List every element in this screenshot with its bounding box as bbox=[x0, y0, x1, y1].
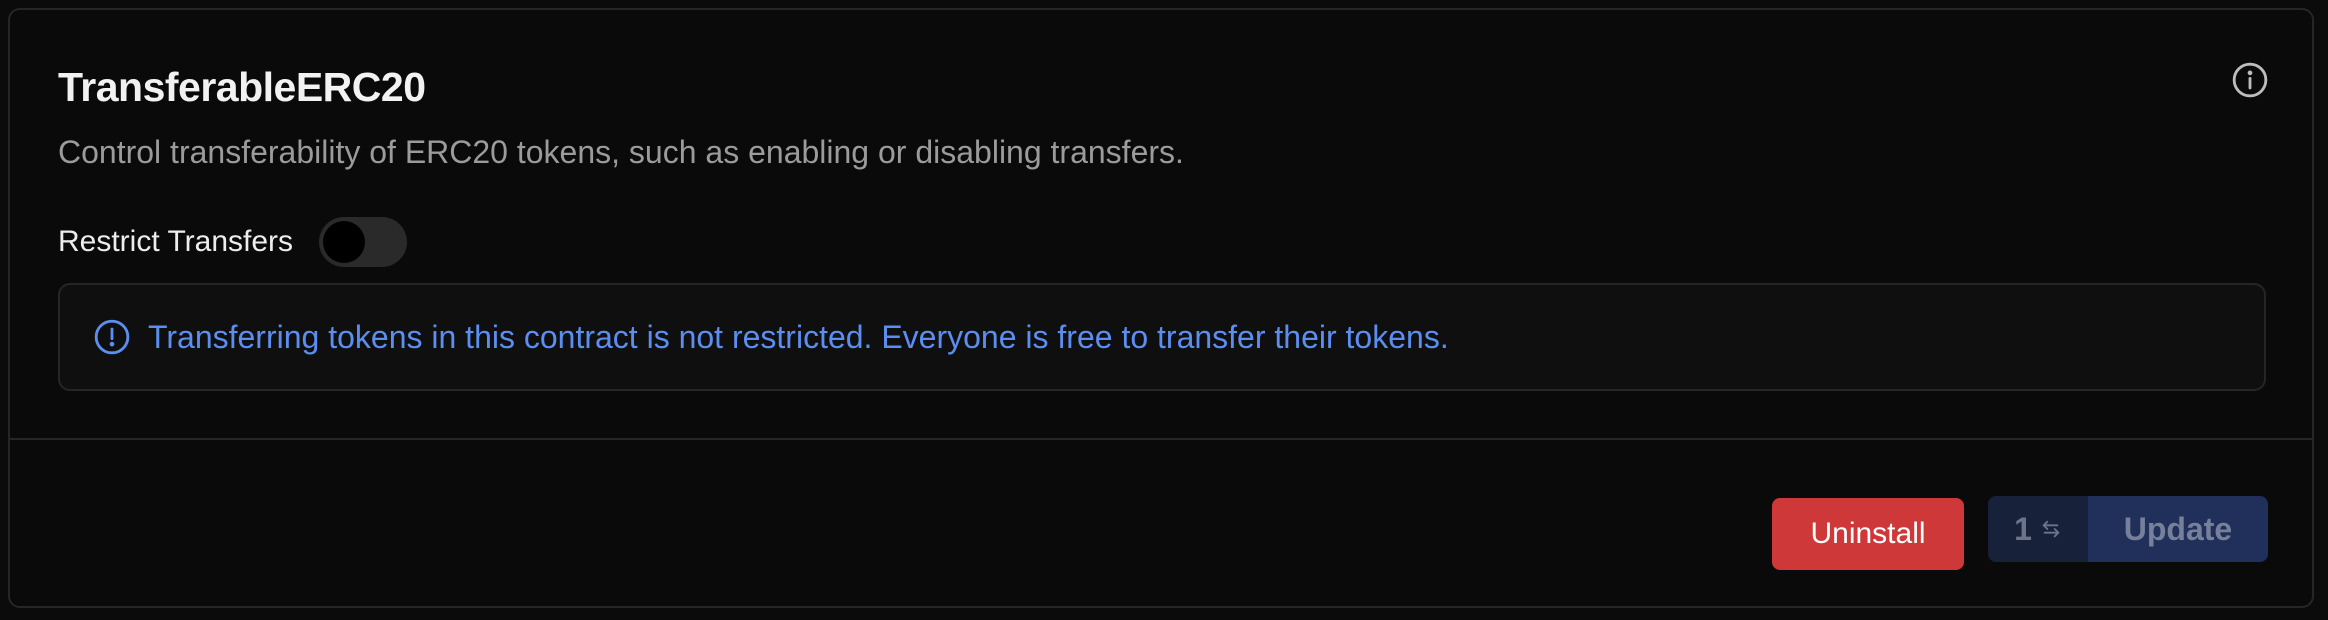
update-label: Update bbox=[2123, 510, 2233, 547]
restrict-transfers-row: Restrict Transfers bbox=[58, 216, 408, 268]
uninstall-button[interactable]: Uninstall bbox=[1772, 498, 1964, 570]
card-header: TransferableERC20 Control transferabilit… bbox=[10, 10, 2312, 440]
pending-count-value: 1 bbox=[2014, 510, 2032, 547]
update-button-group: 1 Update bbox=[1988, 496, 2268, 562]
alert-circle-icon bbox=[92, 317, 132, 357]
pending-changes-count[interactable]: 1 bbox=[1988, 496, 2088, 562]
restrict-transfers-toggle[interactable] bbox=[319, 217, 408, 267]
extension-card: TransferableERC20 Control transferabilit… bbox=[8, 8, 2314, 608]
alert-text: Transferring tokens in this contract is … bbox=[148, 319, 1449, 355]
card-footer: Uninstall 1 Update bbox=[10, 440, 2312, 606]
extension-description: Control transferability of ERC20 tokens,… bbox=[58, 134, 1184, 170]
extension-title: TransferableERC20 bbox=[58, 64, 426, 110]
transfer-status-alert: Transferring tokens in this contract is … bbox=[58, 283, 2266, 391]
toggle-thumb bbox=[323, 221, 366, 263]
update-button[interactable]: Update bbox=[2088, 496, 2268, 562]
restrict-transfers-label: Restrict Transfers bbox=[58, 225, 294, 258]
swap-arrows-icon bbox=[2040, 518, 2062, 540]
uninstall-label: Uninstall bbox=[1810, 517, 1926, 550]
info-icon[interactable] bbox=[2230, 60, 2270, 100]
